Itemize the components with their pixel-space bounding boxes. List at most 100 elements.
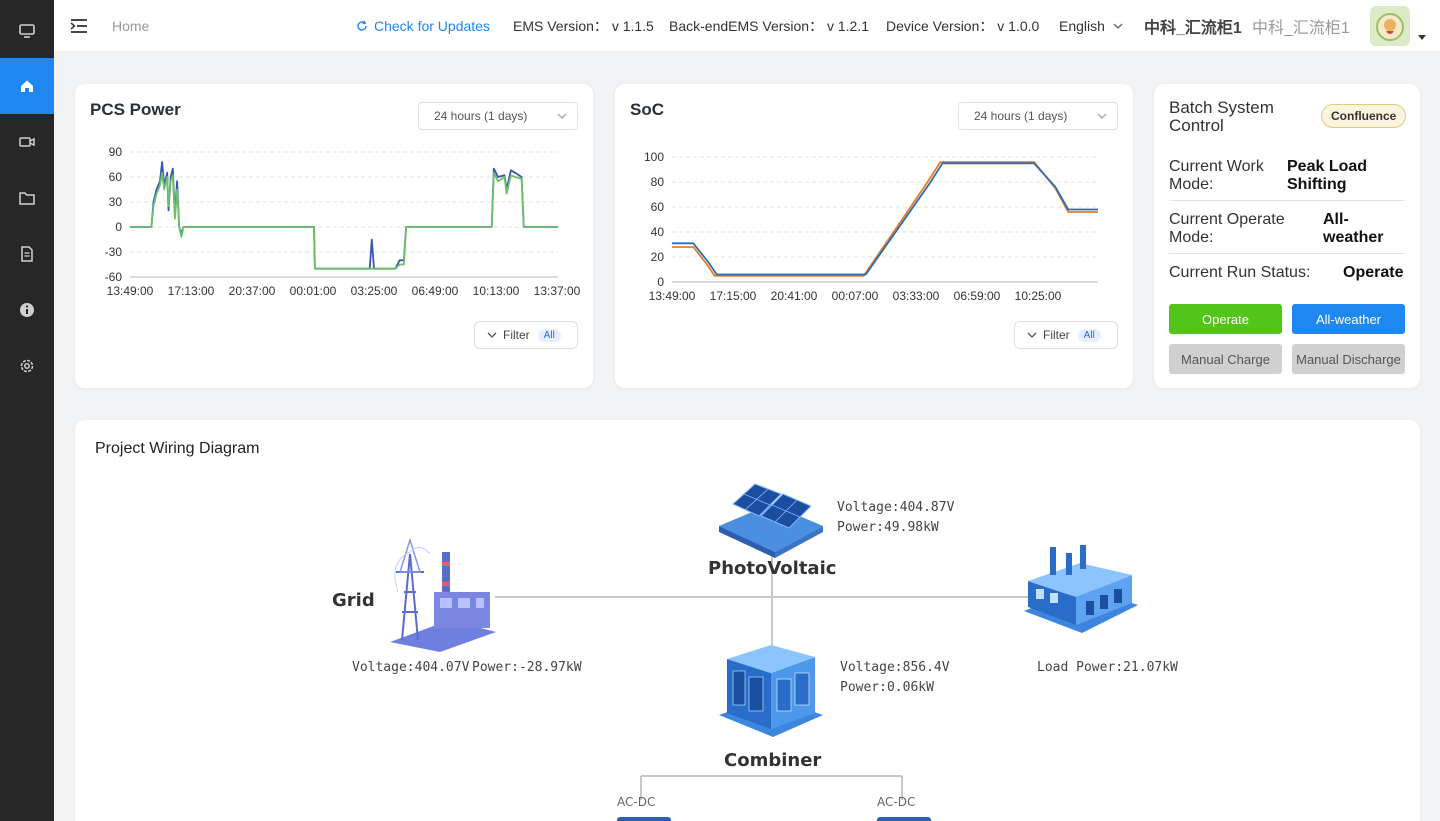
pv-name: PhotoVoltaic [708, 558, 837, 579]
all-weather-button[interactable]: All-weather [1292, 304, 1405, 334]
load-power: Load Power:21.07kW [1037, 660, 1178, 675]
work-mode-value: Peak Load Shifting [1287, 158, 1368, 193]
operate-mode-row: Current Operate Mode: All-weather [1169, 210, 1405, 254]
wiring-diagram-card: Project Wiring Diagram PhotoVoltaic Volt… [75, 420, 1420, 821]
y-tick-label: -60 [105, 270, 123, 284]
work-mode-row: Current Work Mode: Peak Load Shifting [1169, 157, 1405, 201]
x-tick-label: 17:15:00 [710, 289, 757, 303]
sidebar-item-home[interactable] [0, 58, 54, 114]
soc-range-select[interactable]: 24 hours (1 days) [958, 102, 1118, 130]
work-mode-label: Current Work Mode: [1169, 158, 1264, 193]
x-tick-label: 00:07:00 [832, 289, 879, 303]
series-line-0 [672, 161, 1098, 277]
soc-filter-button[interactable]: Filter All [1014, 321, 1118, 349]
pcs-power-range-label: 24 hours (1 days) [434, 109, 528, 123]
check-updates-link[interactable]: Check for Updates [356, 0, 490, 52]
x-tick-label: 20:41:00 [771, 289, 818, 303]
station-name[interactable]: 中科_汇流柜1 [1144, 0, 1242, 52]
x-tick-label: 17:13:00 [168, 284, 215, 298]
top-header: Home Check for Updates EMS Version： v 1.… [54, 0, 1440, 52]
video-icon [19, 137, 35, 147]
y-tick-label: -30 [105, 245, 123, 259]
y-tick-label: 30 [109, 195, 123, 209]
combiner-power: Power:0.06kW [840, 680, 934, 695]
caret-down-icon[interactable] [1418, 34, 1426, 42]
chevron-down-icon [557, 113, 567, 119]
sidebar-item-video[interactable] [0, 114, 54, 170]
x-tick-label: 13:49:00 [107, 284, 154, 298]
run-status-label: Current Run Status: [1169, 264, 1311, 281]
filter-label: Filter [1043, 328, 1070, 342]
mode-tag: Confluence [1321, 104, 1407, 128]
home-icon [21, 80, 33, 92]
y-tick-label: 0 [657, 275, 664, 289]
operate-button[interactable]: Operate [1169, 304, 1282, 334]
pv-power: Power:49.98kW [837, 520, 939, 535]
sidebar-item-monitor[interactable] [0, 3, 54, 59]
power-tower-icon [390, 537, 496, 652]
acdc-left-icon [617, 817, 671, 821]
info-icon [20, 303, 34, 317]
y-tick-label: 40 [651, 225, 665, 239]
filter-label: Filter [503, 328, 530, 342]
pcs-power-card: PCS Power 24 hours (1 days) 90 60 30 0 -30 -6… [75, 84, 593, 388]
chevron-down-icon [1113, 23, 1123, 29]
x-tick-label: 06:49:00 [412, 284, 459, 298]
refresh-icon [357, 20, 367, 31]
sidebar-item-settings[interactable] [0, 338, 54, 394]
x-tick-label: 03:25:00 [351, 284, 398, 298]
y-tick-label: 100 [644, 150, 664, 164]
acdc-right-icon [877, 817, 931, 821]
factory-icon [1024, 545, 1138, 633]
grid-power: Power:-28.97kW [472, 660, 582, 675]
monitor-icon [19, 24, 35, 38]
y-tick-label: 60 [651, 200, 665, 214]
chevron-down-icon [1097, 113, 1107, 119]
x-tick-label: 10:13:00 [473, 284, 520, 298]
backend-version: Back-endEMS Version： v 1.2.1 [669, 18, 869, 34]
operate-mode-value: All-weather [1323, 211, 1384, 246]
menu-toggle-icon[interactable] [70, 0, 88, 52]
language-select[interactable]: English [1059, 0, 1123, 52]
pcs-power-filter-button[interactable]: Filter All [474, 321, 578, 349]
y-tick-label: 80 [651, 175, 665, 189]
sidebar-item-document[interactable] [0, 226, 54, 282]
filter-badge: All [1077, 328, 1101, 342]
x-tick-label: 13:37:00 [534, 284, 581, 298]
pcs-power-range-select[interactable]: 24 hours (1 days) [418, 102, 578, 130]
language-label: English [1059, 18, 1105, 34]
x-tick-label: 20:37:00 [229, 284, 276, 298]
y-tick-label: 20 [651, 250, 665, 264]
x-tick-label: 06:59:00 [954, 289, 1001, 303]
x-tick-label: 00:01:00 [290, 284, 337, 298]
check-updates-label: Check for Updates [374, 18, 490, 34]
document-icon [21, 246, 33, 262]
chevron-down-icon [1027, 332, 1037, 338]
pv-voltage: Voltage:404.87V [837, 500, 955, 515]
manual-discharge-button[interactable]: Manual Discharge [1292, 344, 1405, 374]
breadcrumb[interactable]: Home [112, 0, 149, 52]
grid-name: Grid [332, 590, 375, 611]
soc-title: SoC [630, 100, 664, 119]
manual-charge-button[interactable]: Manual Charge [1169, 344, 1282, 374]
sidebar-item-info[interactable] [0, 282, 54, 338]
avatar[interactable] [1370, 6, 1410, 46]
sidebar [0, 0, 54, 821]
combiner-voltage: Voltage:856.4V [840, 660, 950, 675]
run-status-value: Operate [1343, 264, 1404, 281]
run-status-row: Current Run Status: Operate [1169, 263, 1405, 291]
sidebar-item-folder[interactable] [0, 170, 54, 226]
y-tick-label: 90 [109, 145, 123, 159]
operate-mode-label: Current Operate Mode: [1169, 211, 1285, 246]
soc-card: SoC 24 hours (1 days) 100 80 60 40 20 0 13:49:… [615, 84, 1133, 388]
series-line-1 [130, 171, 558, 270]
ems-version: EMS Version： v 1.1.5 [513, 18, 654, 34]
folder-icon [19, 192, 35, 205]
y-tick-label: 60 [109, 170, 123, 184]
device-version: Device Version： v 1.0.0 [886, 18, 1040, 34]
x-tick-label: 10:25:00 [1015, 289, 1062, 303]
combiner-name: Combiner [724, 750, 822, 771]
batch-control-card: Batch System Control Confluence Current … [1154, 84, 1420, 388]
acdc-right-label: AC-DC [877, 795, 916, 809]
grid-voltage: Voltage:404.07V [352, 660, 470, 675]
